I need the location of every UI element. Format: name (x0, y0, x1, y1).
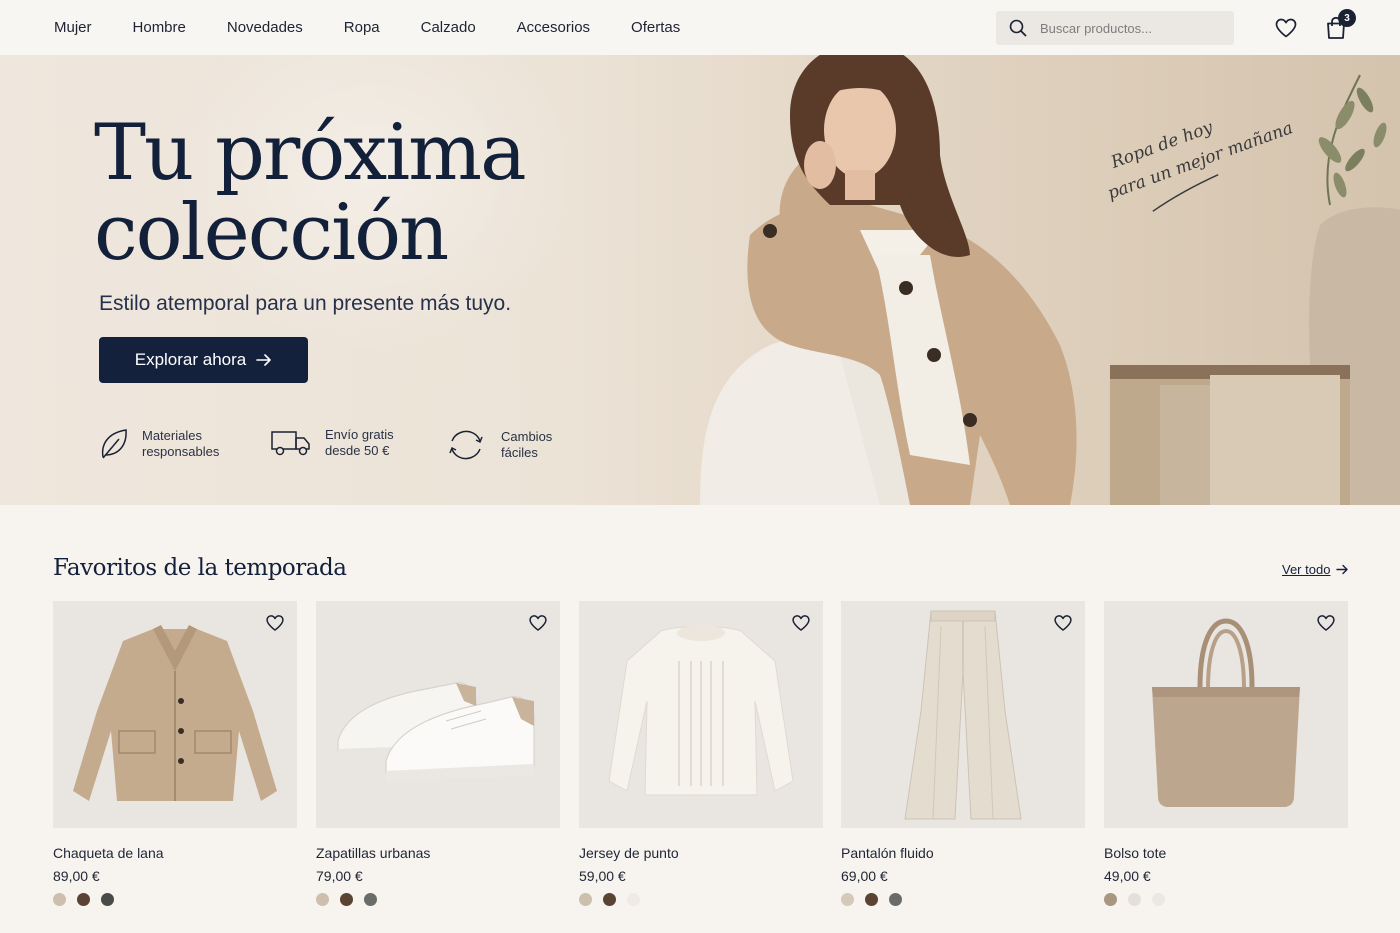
hero-banner: Ropa de hoy para un mejor mañana Tu próx… (0, 55, 1400, 505)
color-swatch[interactable] (364, 893, 377, 906)
feature-2-line-2: desde 50 € (325, 443, 390, 458)
nav-link-accesorios[interactable]: Accesorios (517, 19, 590, 36)
color-swatch[interactable] (1152, 893, 1165, 906)
color-swatch[interactable] (627, 893, 640, 906)
feature-easy-exchanges: Cambios fáciles (446, 427, 552, 463)
nav-link-hombre[interactable]: Hombre (133, 19, 186, 36)
nav-link-ofertas[interactable]: Ofertas (631, 19, 680, 36)
search-input[interactable] (1040, 20, 1220, 36)
nav-link-novedades[interactable]: Novedades (227, 19, 303, 36)
product-card-sweater[interactable]: Jersey de punto 59,00 € (579, 601, 823, 906)
arrow-right-icon (1336, 564, 1349, 575)
truck-icon (271, 431, 310, 456)
product-name[interactable]: Pantalón fluido (841, 845, 1085, 861)
color-swatch[interactable] (1128, 893, 1141, 906)
heart-icon[interactable] (528, 613, 548, 633)
heart-icon[interactable] (1053, 613, 1073, 633)
feature-1-line-2: responsables (142, 444, 220, 459)
product-price: 79,00 € (316, 868, 363, 884)
color-swatch[interactable] (53, 893, 66, 906)
heart-icon[interactable] (791, 613, 811, 633)
color-swatch[interactable] (77, 893, 90, 906)
feature-3-line-2: fáciles (501, 445, 538, 460)
heart-icon[interactable] (1316, 613, 1336, 633)
color-swatch[interactable] (579, 893, 592, 906)
nav-link-mujer[interactable]: Mujer (54, 19, 92, 36)
color-swatch[interactable] (1104, 893, 1117, 906)
wide-trousers-image (904, 610, 1022, 820)
white-sneakers-image (337, 682, 535, 781)
knit-sweater-image (608, 625, 794, 796)
color-swatch[interactable] (841, 893, 854, 906)
see-all-link[interactable]: Ver todo (1282, 562, 1349, 577)
cart-count-badge: 3 (1338, 9, 1356, 27)
feature-free-shipping: Envío gratis desde 50 € (270, 427, 394, 459)
color-swatches (53, 893, 297, 906)
color-swatch[interactable] (316, 893, 329, 906)
nav-link-calzado[interactable]: Calzado (421, 19, 476, 36)
product-image-trousers[interactable] (841, 601, 1085, 828)
feature-3-line-1: Cambios (501, 429, 553, 444)
color-swatch[interactable] (865, 893, 878, 906)
nav-links: Mujer Hombre Novedades Ropa Calzado Acce… (54, 0, 721, 55)
product-card-tote[interactable]: Bolso tote 49,00 € (1104, 601, 1348, 906)
leaf-icon (101, 429, 127, 459)
product-price: 49,00 € (1104, 868, 1151, 884)
explore-now-label: Explorar ahora (134, 350, 247, 369)
feature-1-line-1: Materiales (142, 428, 202, 443)
color-swatches (316, 893, 560, 906)
product-card-jacket[interactable]: Chaqueta de lana 89,00 € (53, 601, 297, 906)
color-swatch[interactable] (101, 893, 114, 906)
plant-decoration (1318, 74, 1387, 206)
color-swatches (579, 893, 823, 906)
wishlist-heart-icon[interactable] (1274, 16, 1298, 40)
hero-title-line-2: colección (94, 188, 449, 278)
color-swatches (1104, 893, 1348, 906)
heart-icon[interactable] (265, 613, 285, 633)
product-price: 59,00 € (579, 868, 626, 884)
product-image-tote[interactable] (1104, 601, 1348, 828)
product-name[interactable]: Chaqueta de lana (53, 845, 297, 861)
product-card-trousers[interactable]: Pantalón fluido 69,00 € (841, 601, 1085, 906)
feature-responsible-materials: Materiales responsables (99, 427, 219, 461)
product-card-sneakers[interactable]: Zapatillas urbanas 79,00 € (316, 601, 560, 906)
product-name[interactable]: Bolso tote (1104, 845, 1348, 861)
explore-now-button[interactable]: Explorar ahora (99, 337, 308, 383)
color-swatch[interactable] (340, 893, 353, 906)
product-price: 69,00 € (841, 868, 888, 884)
nav-link-ropa[interactable]: Ropa (344, 19, 380, 36)
top-navigation: Mujer Hombre Novedades Ropa Calzado Acce… (0, 0, 1400, 55)
product-image-jacket[interactable] (53, 601, 297, 828)
tote-bag-image (1152, 618, 1300, 807)
product-image-sweater[interactable] (579, 601, 823, 828)
hero-title: Tu próxima colección (94, 113, 654, 273)
product-name[interactable]: Zapatillas urbanas (316, 845, 560, 861)
color-swatches (841, 893, 1085, 906)
see-all-label: Ver todo (1282, 562, 1331, 577)
arrow-right-icon (256, 354, 272, 366)
product-price: 89,00 € (53, 868, 100, 884)
exchange-icon (449, 430, 483, 460)
product-image-sneakers[interactable] (316, 601, 560, 828)
search-bar (996, 11, 1234, 45)
product-name[interactable]: Jersey de punto (579, 845, 823, 861)
search-icon[interactable] (996, 11, 1040, 45)
color-swatch[interactable] (889, 893, 902, 906)
hero-subtitle: Estilo atemporal para un presente más tu… (99, 292, 512, 315)
favorites-section-title: Favoritos de la temporada (53, 555, 347, 581)
hero-title-line-1: Tu próxima (94, 108, 527, 198)
color-swatch[interactable] (603, 893, 616, 906)
wool-jacket-image (73, 625, 277, 801)
feature-2-line-1: Envío gratis (325, 427, 394, 442)
